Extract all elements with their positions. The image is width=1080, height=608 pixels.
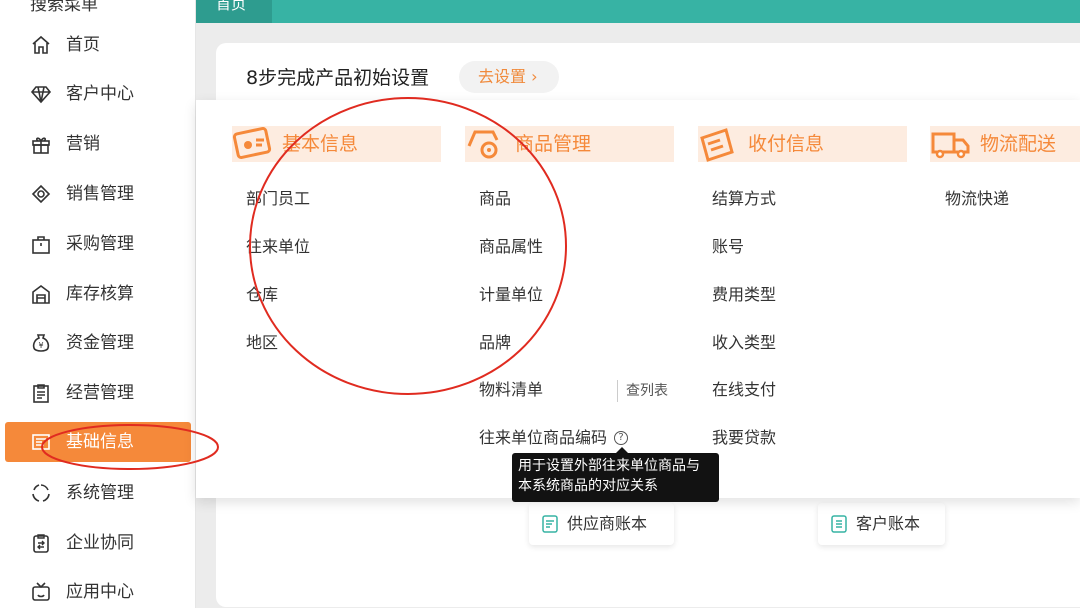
- menu-item-account[interactable]: 账号: [712, 236, 744, 258]
- tv-icon: [30, 581, 52, 603]
- sidebar-item-collaboration[interactable]: 企业协同: [0, 523, 196, 563]
- tooltip-line: 用于设置外部往来单位商品与: [518, 458, 700, 474]
- sidebar-item-label: 营销: [66, 134, 100, 154]
- sidebar-item-label: 系统管理: [66, 483, 134, 503]
- sidebar-item-label: 企业协同: [66, 533, 134, 553]
- sidebar-item-label: 基础信息: [66, 432, 134, 452]
- category-title: 商品管理: [515, 133, 592, 155]
- ledger-icon: [830, 514, 848, 534]
- warehouse-icon: [30, 283, 52, 305]
- sidebar-item-home[interactable]: 首页: [0, 25, 196, 65]
- sidebar-item-label: 客户中心: [66, 84, 134, 104]
- svg-text:¥: ¥: [38, 341, 43, 350]
- supplier-ledger-button[interactable]: 供应商账本: [529, 503, 674, 545]
- category-title: 基本信息: [282, 133, 359, 155]
- help-icon[interactable]: ?: [614, 431, 628, 445]
- menu-item-online-payment[interactable]: 在线支付: [712, 379, 776, 401]
- gift-icon: [30, 133, 52, 155]
- help-tooltip: 用于设置外部往来单位商品与 本系统商品的对应关系: [512, 453, 719, 502]
- menu-item-units[interactable]: 计量单位: [479, 284, 543, 306]
- category-title: 物流配送: [980, 133, 1057, 155]
- sidebar-item-app-center[interactable]: 应用中心: [0, 572, 196, 608]
- menu-item-bom[interactable]: 物料清单: [479, 379, 543, 401]
- bag-icon: [30, 233, 52, 255]
- sidebar-item-inventory[interactable]: 库存核算: [0, 274, 196, 314]
- chevron-right-icon: ›: [531, 67, 538, 86]
- home-icon: [30, 34, 52, 56]
- go-setup-label: 去设置: [478, 67, 527, 86]
- product-gear-icon: [465, 126, 509, 162]
- menu-item-settlement[interactable]: 结算方式: [712, 188, 776, 210]
- sidebar-item-label: 资金管理: [66, 333, 134, 353]
- diamond-icon: [30, 83, 52, 105]
- collab-icon: [30, 532, 52, 554]
- sidebar-item-marketing[interactable]: 营销: [0, 124, 196, 164]
- sidebar-item-system[interactable]: 系统管理: [0, 473, 196, 513]
- ledger-icon: [541, 514, 559, 534]
- supplier-ledger-label: 供应商账本: [567, 514, 648, 533]
- menu-item-product[interactable]: 商品: [479, 188, 511, 210]
- category-header-product: 商品管理: [465, 126, 674, 162]
- menu-item-loan[interactable]: 我要贷款: [712, 427, 776, 449]
- customer-ledger-label: 客户账本: [856, 514, 921, 533]
- menu-item-partner-product-codes[interactable]: 往来单位商品编码: [479, 427, 607, 449]
- payment-icon: [698, 126, 742, 162]
- info-card-icon: [30, 431, 52, 453]
- menu-item-income-type[interactable]: 收入类型: [712, 332, 776, 354]
- clipboard-icon: [30, 382, 52, 404]
- sidebar-item-operations[interactable]: 经营管理: [0, 373, 196, 413]
- tab-bar: 首页: [196, 0, 1080, 23]
- cycle-icon: [30, 482, 52, 504]
- sidebar-item-label: 库存核算: [66, 284, 134, 304]
- sidebar-item-purchase[interactable]: 采购管理: [0, 224, 196, 264]
- customer-ledger-button[interactable]: 客户账本: [818, 503, 945, 545]
- tooltip-line: 本系统商品的对应关系: [518, 478, 658, 494]
- menu-item-expense-type[interactable]: 费用类型: [712, 284, 776, 306]
- menu-item-department-staff[interactable]: 部门员工: [246, 188, 310, 210]
- sidebar-item-label: 经营管理: [66, 383, 134, 403]
- go-setup-button[interactable]: 去设置 ›: [459, 61, 559, 93]
- sidebar-search-clipped[interactable]: 搜索菜单: [30, 0, 98, 15]
- sales-icon: [30, 183, 52, 205]
- category-title: 收付信息: [748, 133, 825, 155]
- sidebar: 搜索菜单 首页 客户中心 营销 销售管理 采购管理 库存核算 ¥ 资金管理 经营…: [0, 0, 196, 608]
- menu-item-region[interactable]: 地区: [246, 332, 278, 354]
- category-header-basic-info: 基本信息: [232, 126, 441, 162]
- truck-icon: [930, 126, 974, 162]
- menu-item-brand[interactable]: 品牌: [479, 332, 511, 354]
- sidebar-item-funds[interactable]: ¥ 资金管理: [0, 323, 196, 363]
- category-header-payment: 收付信息: [698, 126, 907, 162]
- menu-item-warehouse[interactable]: 仓库: [246, 284, 278, 306]
- tab-home[interactable]: 首页: [196, 0, 272, 23]
- sidebar-item-sales[interactable]: 销售管理: [0, 174, 196, 214]
- sidebar-item-label: 应用中心: [66, 582, 134, 602]
- bom-list-link[interactable]: 查列表: [617, 380, 668, 402]
- sidebar-item-label: 首页: [66, 35, 100, 55]
- setup-title: 8步完成产品初始设置: [246, 67, 430, 89]
- sidebar-item-customer-center[interactable]: 客户中心: [0, 74, 196, 114]
- sidebar-item-label: 采购管理: [66, 234, 134, 254]
- id-card-icon: [232, 126, 276, 162]
- menu-item-partners[interactable]: 往来单位: [246, 236, 310, 258]
- sidebar-item-basic-info[interactable]: 基础信息: [0, 422, 196, 462]
- money-bag-icon: ¥: [30, 332, 52, 354]
- sidebar-item-label: 销售管理: [66, 184, 134, 204]
- menu-item-express[interactable]: 物流快递: [945, 188, 1009, 210]
- menu-item-product-attributes[interactable]: 商品属性: [479, 236, 543, 258]
- category-header-logistics: 物流配送: [930, 126, 1080, 162]
